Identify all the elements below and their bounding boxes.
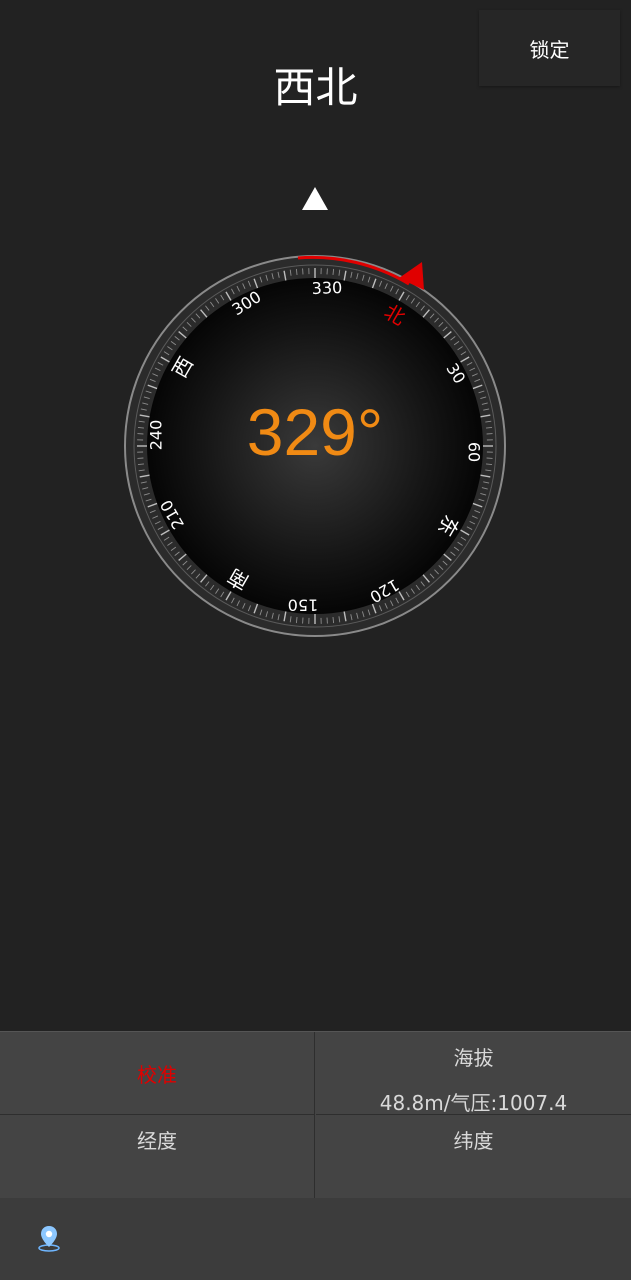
longitude-cell: 经度 xyxy=(0,1115,315,1198)
latitude-label: 纬度 xyxy=(453,1129,494,1153)
dial-label-150: 150 xyxy=(288,596,319,615)
location-pin-icon[interactable] xyxy=(36,1224,62,1252)
compass-tick xyxy=(332,268,335,275)
altitude-label: 海拔 xyxy=(453,1046,494,1070)
latitude-cell: 纬度 xyxy=(316,1115,631,1198)
calibrate-button[interactable]: 校准 xyxy=(0,1032,315,1115)
compass-tick xyxy=(295,617,298,624)
compass-tick xyxy=(332,617,335,624)
heading-degrees: 329° xyxy=(246,395,384,469)
altitude-cell: 海拔 48.8m/气压:1007.4 xyxy=(316,1032,631,1115)
heading-pointer-icon xyxy=(302,187,328,210)
compass-screen: 锁定 西北 330 北 30 60 东 120 150 南 210 240 西 … xyxy=(0,0,631,1280)
info-panel: 校准 海拔 48.8m/气压:1007.4 经度 纬度 xyxy=(0,1031,631,1198)
compass-tick xyxy=(295,268,298,275)
bottom-bar xyxy=(0,1198,631,1280)
altitude-value: 48.8m/气压:1007.4 xyxy=(379,1091,568,1115)
direction-name: 西北 xyxy=(273,63,358,112)
dial-label-330: 330 xyxy=(311,278,342,298)
longitude-label: 经度 xyxy=(137,1129,177,1153)
